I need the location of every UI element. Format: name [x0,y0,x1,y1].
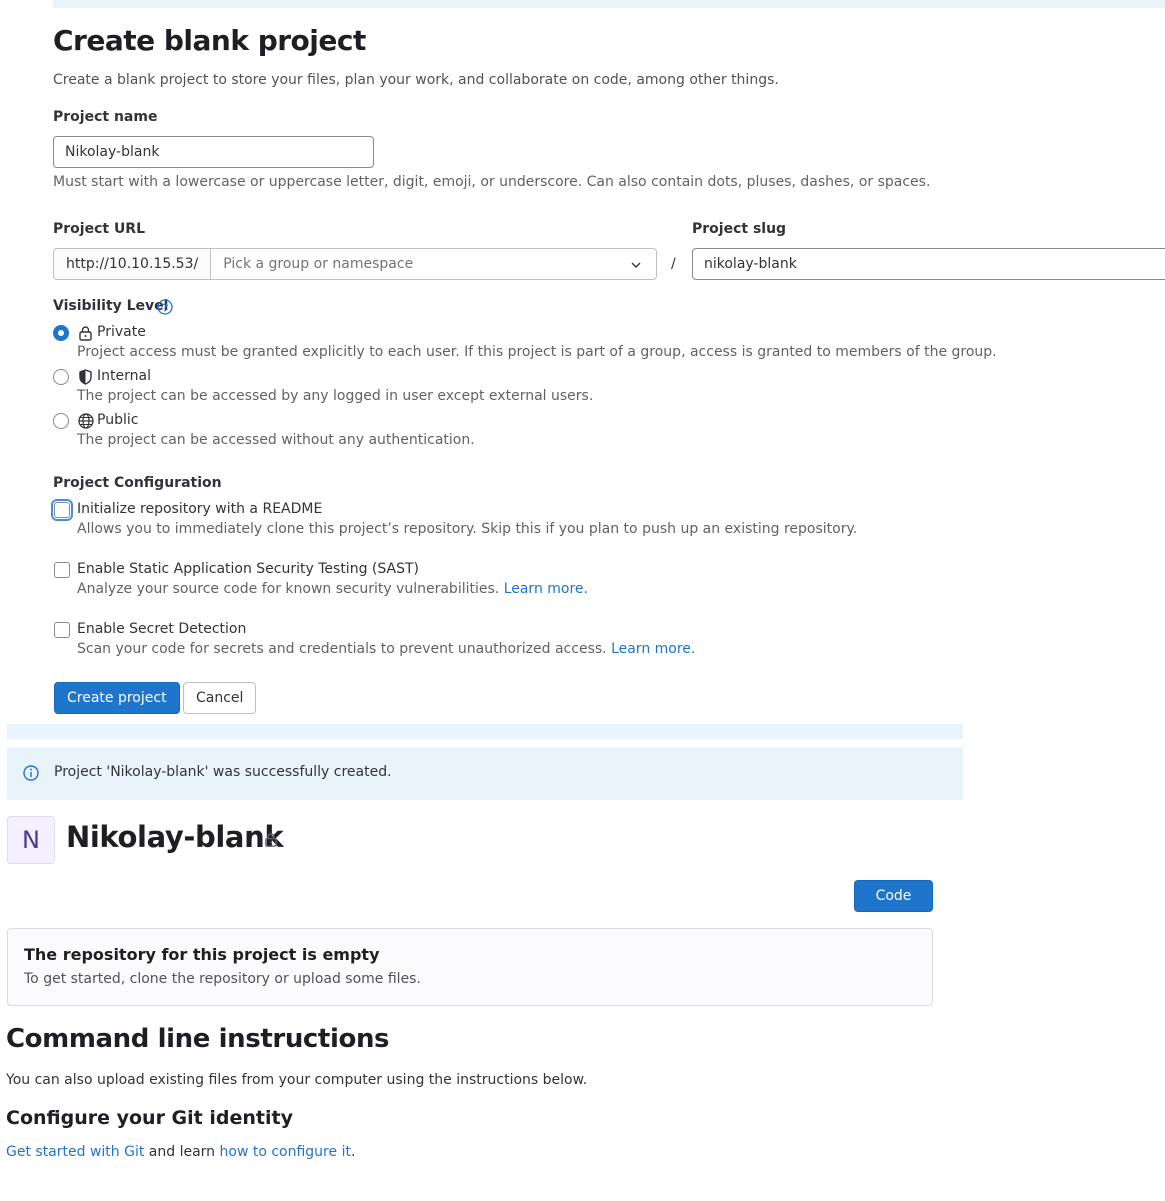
secret-detection-label: Enable Secret Detection [77,621,247,637]
namespace-dropdown[interactable]: Pick a group or namespace [210,248,657,280]
project-name-input[interactable]: Nikolay-blank [53,136,374,168]
project-slug-label: Project slug [692,221,787,237]
top-alert-strip [53,0,1165,8]
cli-title: Command line instructions [6,1024,390,1054]
cancel-button[interactable]: Cancel [183,682,257,714]
project-url-label: Project URL [53,221,146,237]
sast-checkbox[interactable] [54,562,70,578]
visibility-desc-internal: The project can be accessed by any logge… [77,388,594,404]
namespace-placeholder: Pick a group or namespace [223,256,414,272]
project-name-label: Project name [53,109,158,125]
project-slug-input[interactable]: nikolay-blank [692,248,1165,280]
code-button-label: Code [875,888,912,904]
lock-icon [79,326,92,341]
project-url-group: http://10.10.15.53/ Pick a group or name… [53,248,657,280]
project-title: Nikolay-blank [66,820,284,854]
empty-repo-box: The repository for this project is empty… [7,928,933,1006]
visibility-desc-private: Project access must be granted explicitl… [77,344,997,360]
secret-detection-learn-more-link[interactable]: Learn more. [611,641,695,657]
sast-desc-row: Analyze your source code for known secur… [77,581,588,597]
info-icon [23,765,39,781]
project-configuration-label: Project Configuration [53,475,222,491]
alert-strip [7,724,963,739]
git-identity-end-text: . [350,1144,356,1160]
alert-message: Project 'Nikolay-blank' was successfully… [54,764,392,780]
url-separator: / [671,256,676,272]
globe-icon [78,413,94,429]
readme-desc: Allows you to immediately clone this pro… [77,521,858,537]
empty-repo-title: The repository for this project is empty [24,945,380,964]
readme-checkbox[interactable] [54,502,70,518]
visibility-label-private: Private [97,324,146,340]
code-dropdown-button[interactable]: Code [854,880,933,929]
cli-description: You can also upload existing files from … [6,1072,588,1088]
visibility-radio-internal[interactable] [53,369,69,385]
sast-label: Enable Static Application Security Testi… [77,561,419,577]
create-project-button[interactable]: Create project [54,682,180,714]
readme-label: Initialize repository with a README [77,501,323,517]
project-name-help: Must start with a lowercase or uppercase… [53,174,931,190]
visibility-desc-public: The project can be accessed without any … [77,432,475,448]
configure-git-link[interactable]: how to configure it [220,1144,351,1160]
page-description: Create a blank project to store your fil… [53,72,779,88]
url-prefix: http://10.10.15.53/ [53,248,211,280]
lock-icon [265,833,277,847]
project-avatar: N [7,816,55,864]
secret-detection-desc: Scan your code for secrets and credentia… [77,641,607,657]
secret-detection-desc-row: Scan your code for secrets and credentia… [77,641,695,657]
visibility-label-public: Public [97,412,139,428]
secret-detection-checkbox[interactable] [54,622,70,638]
chevron-down-icon [631,262,641,268]
question-circle-icon[interactable] [157,299,173,315]
git-identity-title: Configure your Git identity [6,1107,293,1129]
sast-desc: Analyze your source code for known secur… [77,581,500,597]
visibility-radio-public[interactable] [53,413,69,429]
visibility-label-internal: Internal [97,368,151,384]
get-started-git-link[interactable]: Get started with Git [6,1144,144,1160]
empty-repo-desc: To get started, clone the repository or … [24,971,421,987]
git-identity-middle-text: and learn [144,1144,220,1160]
visibility-radio-private[interactable] [53,325,69,341]
git-identity-links: Get started with Git and learn how to co… [6,1144,355,1160]
visibility-label: Visibility Level [53,298,169,314]
sast-learn-more-link[interactable]: Learn more. [504,581,588,597]
page-title: Create blank project [53,24,366,57]
success-alert: Project 'Nikolay-blank' was successfully… [7,747,963,800]
shield-icon [79,369,92,385]
